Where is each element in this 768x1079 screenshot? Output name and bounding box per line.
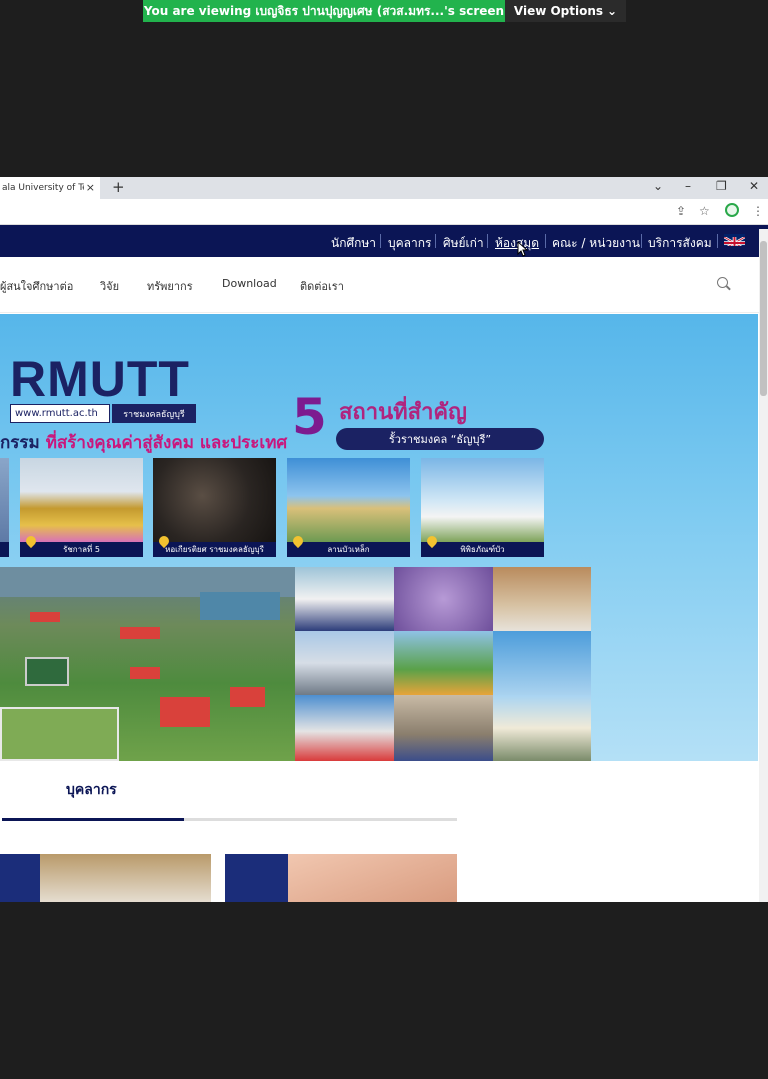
address-bar: ⇪ ☆ ⋮ — [0, 199, 768, 225]
page-scrollbar[interactable] — [759, 229, 768, 902]
places-subtitle: รั้วราชมงคล “ธัญบุรี” — [336, 428, 544, 450]
rmutt-url-sub: ราชมงคลธัญบุรี — [112, 404, 196, 423]
places-title: สถานที่สำคัญ — [339, 400, 467, 425]
top-nav-staff[interactable]: บุคลากร — [388, 234, 431, 253]
search-icon[interactable] — [717, 277, 728, 288]
screen-share-banner: You are viewing เบญจิธร ปานปุญญเศษ (สวส.… — [143, 0, 505, 22]
tab-search-icon[interactable]: ⌄ — [653, 179, 663, 193]
staff-card-photo — [40, 854, 211, 902]
divider — [487, 234, 488, 248]
minimize-button[interactable]: – — [685, 179, 691, 193]
close-window-button[interactable]: ✕ — [749, 179, 759, 193]
place-card: ลานบัวเหล็ก — [287, 458, 410, 557]
staff-card[interactable] — [225, 854, 457, 902]
divider — [717, 234, 718, 248]
divider — [641, 234, 642, 248]
place-card: รัชกาลที่ 5 — [20, 458, 143, 557]
photo-tile — [295, 567, 394, 631]
section-title: บุคลากร — [66, 782, 117, 798]
place-caption: พิพิธภัณฑ์บัว — [421, 542, 544, 557]
site-main-nav: ผู้สนใจศึกษาต่อ วิจัย ทรัพยากร Download … — [0, 257, 768, 313]
place-card: หอเกียรติยศ ราชมงคลธัญบุรี — [153, 458, 276, 557]
top-nav-alumni[interactable]: ศิษย์เก่า — [443, 234, 484, 253]
menu-icon[interactable]: ⋮ — [752, 204, 764, 218]
tab-bar: ala University of Techn × + ⌄ – ❐ ✕ — [0, 177, 768, 199]
shared-browser-window: ala University of Techn × + ⌄ – ❐ ✕ ⇪ ☆ … — [0, 177, 768, 902]
slogan-part1: กรรม — [0, 433, 46, 453]
carousel-progress-fill — [2, 818, 184, 821]
photo-tile — [493, 567, 591, 631]
top-nav-students[interactable]: นักศึกษา — [331, 234, 376, 253]
english-flag-icon[interactable] — [724, 234, 745, 246]
view-options-label: View Options — [513, 4, 604, 18]
close-tab-icon[interactable]: × — [86, 181, 95, 194]
view-options-button[interactable]: View Options ⌄ — [505, 0, 626, 22]
main-nav-download[interactable]: Download — [222, 277, 277, 290]
aerial-campus-photo — [0, 567, 295, 761]
slogan-part2: ที่สร้างคุณค่าสู่สังคม และประเทศ — [45, 433, 288, 453]
rmutt-logo: RMUTT — [10, 351, 190, 407]
top-nav-social-service[interactable]: บริการสังคม — [648, 234, 712, 253]
divider — [435, 234, 436, 248]
hero-banner[interactable]: RMUTT www.rmutt.ac.th ราชมงคลธัญบุรี กรร… — [0, 314, 758, 761]
main-nav-contact[interactable]: ติดต่อเรา — [300, 277, 344, 295]
browser-tab[interactable]: ala University of Techn × — [0, 177, 100, 199]
tab-title: ala University of Techn — [2, 183, 84, 193]
chevron-down-icon: ⌄ — [607, 4, 618, 18]
photo-tile — [394, 695, 493, 761]
place-card — [0, 458, 9, 557]
place-caption: ลานบัวเหล็ก — [287, 542, 410, 557]
place-caption: หอเกียรติยศ ราชมงคลธัญบุรี — [153, 542, 276, 557]
staff-card-photo — [288, 854, 457, 902]
main-nav-research[interactable]: วิจัย — [100, 277, 119, 295]
scrollbar-thumb[interactable] — [760, 241, 767, 396]
site-top-nav: นักศึกษา บุคลากร ศิษย์เก่า ห้องสมุด คณะ … — [0, 225, 768, 257]
five-number: 5 — [292, 388, 327, 446]
staff-card[interactable] — [0, 854, 211, 902]
main-nav-resources[interactable]: ทรัพยากร — [147, 277, 193, 295]
place-card: พิพิธภัณฑ์บัว — [421, 458, 544, 557]
new-tab-button[interactable]: + — [112, 178, 125, 196]
photo-tile — [295, 631, 394, 695]
photo-tile — [493, 631, 591, 695]
photo-tile — [295, 695, 394, 761]
place-caption: รัชกาลที่ 5 — [20, 542, 143, 557]
divider — [380, 234, 381, 248]
restore-button[interactable]: ❐ — [716, 179, 727, 193]
hero-slogan: กรรม ที่สร้างคุณค่าสู่สังคม และประเทศ — [0, 429, 287, 456]
share-icon[interactable]: ⇪ — [676, 204, 686, 218]
top-nav-faculties[interactable]: คณะ / หน่วยงาน — [552, 234, 640, 253]
photo-tile — [493, 695, 591, 761]
rmutt-url: www.rmutt.ac.th — [10, 404, 110, 423]
mouse-pointer-icon — [517, 240, 529, 257]
photo-tile — [394, 631, 493, 695]
extension-icon[interactable] — [725, 203, 739, 217]
main-nav-prospective[interactable]: ผู้สนใจศึกษาต่อ — [0, 277, 73, 295]
divider — [545, 234, 546, 248]
carousel-progress — [2, 818, 457, 821]
star-icon[interactable]: ☆ — [699, 204, 710, 218]
photo-tile — [394, 567, 493, 631]
